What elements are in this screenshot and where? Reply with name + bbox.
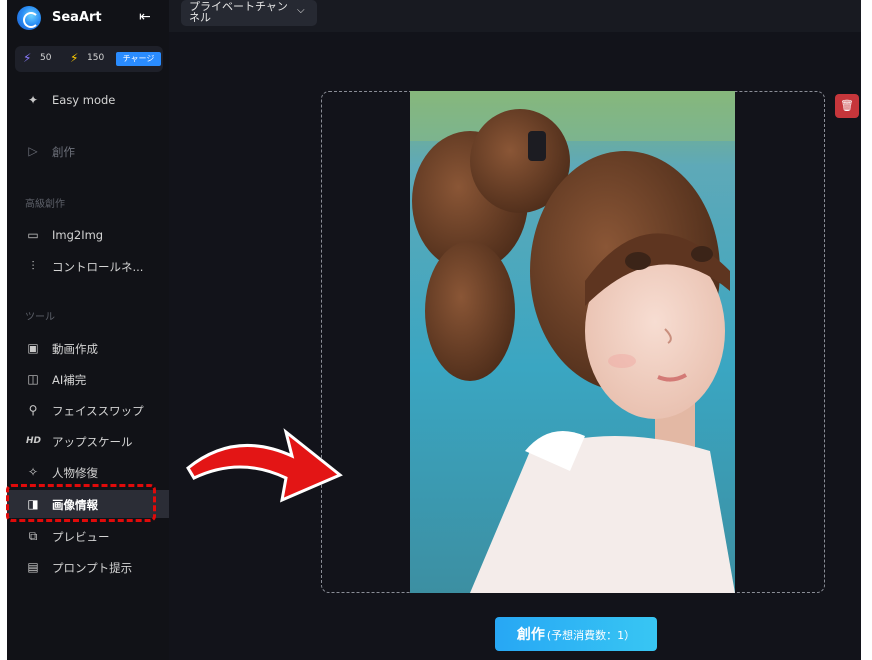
sidebar-item-easy-mode[interactable]: ✦ Easy mode — [7, 86, 169, 114]
brand-name: SeaArt — [52, 10, 102, 25]
sidebar: SeaArt ⇤ ⚡ 50 ⚡ 150 チャージ ✦ Easy mode ▷ 創… — [7, 0, 169, 660]
credits-b: 150 — [87, 53, 105, 63]
sidebar-item-restore[interactable]: ✧ 人物修復 — [7, 458, 169, 486]
sidebar-item-preview[interactable]: ⧉ プレビュー — [7, 522, 169, 550]
section-advanced-label: 高級創作 — [25, 199, 65, 210]
chevron-down-icon: ⌵ — [297, 5, 305, 16]
sliders-icon: ⫶ — [31, 259, 35, 273]
sidebar-item-video[interactable]: ▣ 動画作成 — [7, 334, 169, 362]
sidebar-item-create[interactable]: ▷ 創作 — [7, 137, 169, 165]
cost-label: (予想消費数：1） — [546, 629, 636, 642]
hd-icon: HD — [26, 436, 42, 446]
sidebar-item-img2img[interactable]: ▭ Img2Img — [7, 221, 169, 249]
delete-image-button[interactable]: 🗑 — [835, 94, 859, 118]
credits-bar: ⚡ 50 ⚡ 150 チャージ — [15, 46, 163, 72]
play-icon: ▷ — [28, 144, 38, 158]
sidebar-item-label: Easy mode — [52, 93, 116, 107]
uploaded-image — [410, 91, 735, 593]
sidebar-item-label: コントロールネ... — [52, 260, 144, 274]
sidebar-item-controlnet[interactable]: ⫶ コントロールネ... — [7, 252, 169, 280]
purple-bolt-icon: ⚡ — [23, 51, 32, 65]
sidebar-item-upscale[interactable]: HD アップスケール — [7, 427, 169, 455]
sidebar-item-label: プレビュー — [52, 530, 110, 544]
prompt-icon: ▤ — [27, 560, 39, 574]
brand[interactable]: SeaArt ⇤ — [17, 6, 162, 32]
seaart-logo-icon — [17, 6, 41, 30]
sidebar-item-faceswap[interactable]: ⚲ フェイススワップ — [7, 396, 169, 424]
sparkle-icon: ✦ — [27, 93, 39, 107]
charge-button[interactable]: チャージ — [116, 52, 161, 66]
sidebar-item-label: AI補完 — [52, 373, 87, 387]
sidebar-item-label: Img2Img — [52, 228, 104, 242]
sidebar-item-prompt[interactable]: ▤ プロンプト提示 — [7, 553, 169, 581]
sidebar-item-label: 動画作成 — [52, 342, 98, 356]
image-icon: ▭ — [27, 228, 39, 242]
red-arrow-annotation — [186, 428, 343, 503]
highlight-annotation — [6, 484, 156, 522]
sidebar-item-label: アップスケール — [52, 435, 133, 449]
faceswap-icon: ⚲ — [28, 403, 38, 417]
inpaint-icon: ◫ — [27, 372, 39, 386]
trash-icon: 🗑 — [840, 99, 854, 112]
create-button[interactable]: 創作 (予想消費数：1） — [495, 617, 657, 651]
sidebar-item-label: プロンプト提示 — [52, 561, 133, 575]
credits-a: 50 — [40, 53, 52, 63]
page-edge — [861, 0, 872, 660]
sidebar-item-label: 創作 — [52, 145, 75, 159]
sidebar-item-label: 人物修復 — [52, 466, 98, 480]
channel-label: プライベートチャンネル — [189, 0, 288, 24]
magic-wand-icon: ✧ — [27, 465, 39, 479]
create-label: 創作 — [516, 627, 545, 643]
yellow-bolt-icon: ⚡ — [70, 51, 79, 65]
preview-icon: ⧉ — [28, 529, 38, 543]
section-tools-label: ツール — [25, 312, 55, 323]
video-icon: ▣ — [27, 341, 39, 355]
sidebar-item-ai-inpaint[interactable]: ◫ AI補完 — [7, 365, 169, 393]
collapse-left-icon[interactable]: ⇤ — [139, 9, 151, 25]
sidebar-item-label: フェイススワップ — [52, 404, 144, 418]
channel-dropdown[interactable]: プライベートチャンネル ⌵ — [181, 0, 317, 26]
main-panel: プライベートチャンネル ⌵ 🗑 創作 (予想消費数：1） — [169, 0, 861, 660]
topbar: プライベートチャンネル ⌵ — [169, 0, 861, 32]
